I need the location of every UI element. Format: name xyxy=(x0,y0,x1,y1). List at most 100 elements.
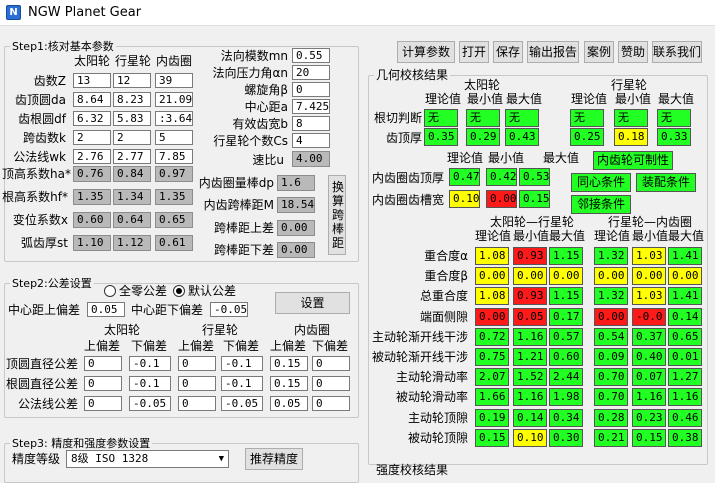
step2-title: Step2:公差设置 xyxy=(10,277,94,290)
step1-input[interactable]: 13 xyxy=(73,73,111,88)
tol-input[interactable]: 0 xyxy=(178,356,216,371)
ring-slot-label: 内齿圈齿槽宽 xyxy=(372,193,445,207)
geo-result-cell: 0.93 xyxy=(513,247,547,265)
geo-result-cell: -0.0 xyxy=(632,307,666,326)
step1-input[interactable]: 2.77 xyxy=(113,149,151,164)
tol-input[interactable]: 0 xyxy=(312,376,350,391)
step1-input[interactable]: 21.09 xyxy=(155,92,193,107)
geo-result-cell: 0.00 xyxy=(668,267,702,286)
coaxial-condition-button[interactable]: 同心条件 xyxy=(571,173,631,192)
geo-col-header: 理论值 xyxy=(570,92,607,106)
set-tolerance-button[interactable]: 设置 xyxy=(275,292,350,314)
tol-input[interactable]: -0.05 xyxy=(129,396,171,411)
geo-result-cell: 1.52 xyxy=(513,368,547,387)
grade-select[interactable]: 8级 ISO 1328 ▼ xyxy=(66,450,229,468)
step1-row-label: 齿根圆df xyxy=(18,112,66,126)
tol-input[interactable]: -0.1 xyxy=(221,356,263,371)
step1-input[interactable]: 2.76 xyxy=(73,149,111,164)
measure-value: 0.00 xyxy=(277,220,315,236)
geo-result-cell: 1.15 xyxy=(549,247,583,265)
adjacent-condition-button[interactable]: 邻接条件 xyxy=(571,195,631,214)
geo-col-header: 最大值 xyxy=(657,92,694,106)
step1-input[interactable]: 2 xyxy=(113,130,151,145)
ring-manufacturability-button[interactable]: 内齿轮可制性 xyxy=(593,151,673,170)
step1-input[interactable]: 6.32 xyxy=(73,111,111,126)
tol-input[interactable]: 0 xyxy=(178,376,216,391)
step1-input[interactable]: 5.83 xyxy=(113,111,151,126)
param-input[interactable]: 0.55 xyxy=(292,48,330,63)
tol-input[interactable]: 0 xyxy=(178,396,216,411)
toolbar-button-4[interactable]: 案例 xyxy=(584,41,614,63)
geo-result-cell: 0.28 xyxy=(594,408,628,427)
ring-col-header: 最小值 xyxy=(487,151,524,165)
tol-input[interactable]: -0.1 xyxy=(221,376,263,391)
center-lower-input[interactable]: -0.05 xyxy=(210,302,248,317)
step1-input[interactable]: 8.23 xyxy=(113,92,151,107)
toolbar-button-2[interactable]: 保存 xyxy=(493,41,523,63)
ring-slot-cell: 0.00 xyxy=(486,190,517,208)
tol-sun-header: 太阳轮 xyxy=(103,323,140,337)
tol-input[interactable]: -0.1 xyxy=(129,376,171,391)
step1-input[interactable]: 39 xyxy=(155,73,193,88)
step1-title: Step1:核对基本参数 xyxy=(10,40,116,53)
default-tolerance-radio[interactable] xyxy=(173,285,185,297)
tol-input[interactable]: 0.05 xyxy=(270,396,308,411)
tol-input[interactable]: 0 xyxy=(312,356,350,371)
step1-input[interactable]: 8.64 xyxy=(73,92,111,107)
step1-input[interactable]: 2 xyxy=(73,130,111,145)
geo-result-cell: 0.19 xyxy=(475,408,509,427)
tol-sub-header: 下偏差 xyxy=(130,339,167,353)
step1-input[interactable]: 5 xyxy=(155,130,193,145)
tol-input[interactable]: 0 xyxy=(84,376,122,391)
zero-tolerance-radio[interactable] xyxy=(104,285,116,297)
step1-input[interactable]: 7.85 xyxy=(155,149,193,164)
center-upper-input[interactable]: 0.05 xyxy=(87,302,125,317)
geo-result-cell: 1.41 xyxy=(668,247,702,265)
tol-sub-header: 上偏差 xyxy=(269,339,306,353)
tol-input[interactable]: 0 xyxy=(312,396,350,411)
toolbar-button-1[interactable]: 打开 xyxy=(459,41,489,63)
tol-ring-header: 内齿圈 xyxy=(293,323,330,337)
geo-result-cell: 0.17 xyxy=(549,307,583,326)
window-title: NGW Planet Gear xyxy=(28,5,142,20)
geo-result-cell: 0.37 xyxy=(632,327,666,346)
convert-bar-distance-button[interactable]: 换算跨棒距 xyxy=(328,175,346,255)
step1-readonly-value: 0.61 xyxy=(155,235,193,251)
tol-input[interactable]: -0.1 xyxy=(129,356,171,371)
geo-result-cell: 0.01 xyxy=(668,348,702,366)
recommend-grade-button[interactable]: 推荐精度 xyxy=(245,448,303,470)
assembly-condition-button[interactable]: 装配条件 xyxy=(636,173,696,192)
tol-input[interactable]: 0 xyxy=(84,356,122,371)
param-input[interactable]: 8 xyxy=(292,116,330,131)
tip-thickness-cell: 0.18 xyxy=(614,128,648,146)
toolbar-button-0[interactable]: 计算参数 xyxy=(397,41,455,63)
param-input[interactable]: 7.425 xyxy=(292,99,330,114)
tol-input[interactable]: 0.15 xyxy=(270,376,308,391)
toolbar-button-5[interactable]: 赞助 xyxy=(618,41,648,63)
tol-input[interactable]: 0.15 xyxy=(270,356,308,371)
geo-result-cell: 1.16 xyxy=(668,388,702,407)
geo-result-cell: 1.16 xyxy=(632,388,666,407)
param-input[interactable]: 0 xyxy=(292,82,330,97)
geo-row-label: 重合度α xyxy=(424,249,468,263)
param-input[interactable]: 20 xyxy=(292,65,330,80)
geo-result-cell: 0.34 xyxy=(549,408,583,427)
geo-sun-header: 太阳轮 xyxy=(464,78,501,92)
geo-result-cell: 0.00 xyxy=(594,267,628,286)
param-input[interactable]: 4 xyxy=(292,133,330,148)
geo-result-cell: 1.27 xyxy=(668,368,702,387)
step1-row-label: 公法线wk xyxy=(13,150,66,164)
geo-result-cell: 2.44 xyxy=(549,368,583,387)
geo-result-cell: 0.70 xyxy=(594,368,628,387)
ring-tip-cell: 0.53 xyxy=(519,168,550,186)
toolbar-button-3[interactable]: 输出报告 xyxy=(527,41,579,63)
geo-result-cell: 1.03 xyxy=(632,287,666,306)
geo-result-cell: 1.15 xyxy=(549,287,583,306)
toolbar-button-6[interactable]: 联系我们 xyxy=(652,41,702,63)
tol-input[interactable]: -0.05 xyxy=(221,396,263,411)
step1-input[interactable]: 12 xyxy=(113,73,151,88)
step1-input[interactable]: :3.646 xyxy=(155,111,193,126)
tol-input[interactable]: 0 xyxy=(84,396,122,411)
app-icon: N xyxy=(6,5,21,20)
param-label: 有效齿宽b xyxy=(232,117,288,131)
